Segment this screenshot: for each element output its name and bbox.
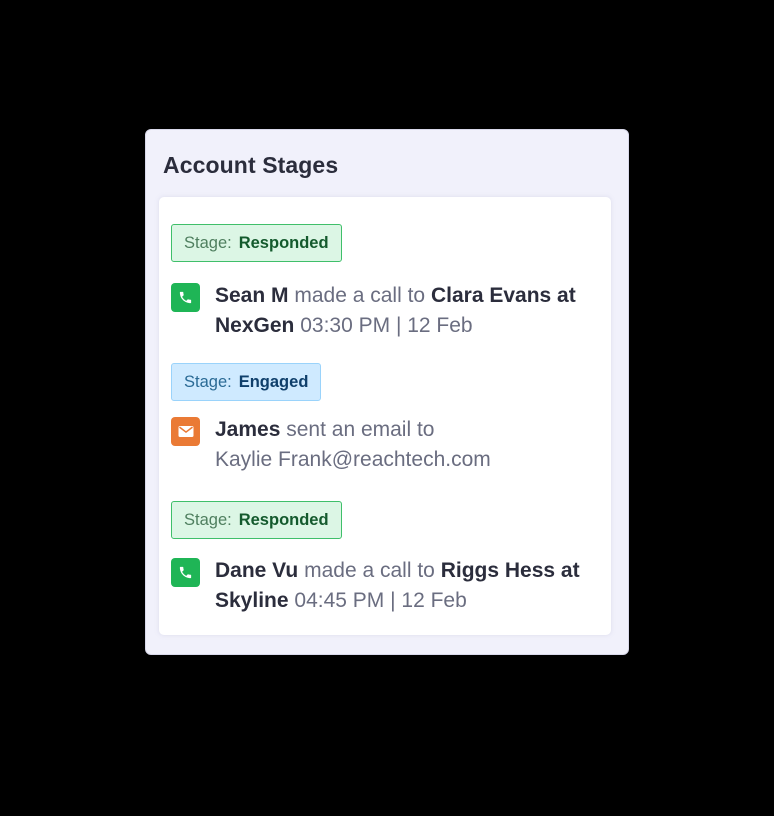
stage-value: Responded [238,233,329,252]
stage-badge: Stage: Responded [171,501,342,539]
activity-panel: Stage: Responded Sean M made a call to C… [159,197,611,635]
stage-badge: Stage: Responded [171,224,342,262]
activity-text: James sent an email to Kaylie Frank@reac… [215,415,610,475]
contact-email: Kaylie Frank@reachtech.com [215,448,491,471]
stage-badge: Stage: Engaged [171,363,322,401]
activity-item[interactable]: Dane Vu made a call to Riggs Hess at Sky… [171,556,610,616]
timestamp: 03:30 PM | 12 Feb [300,314,473,337]
activity-text: Sean M made a call to Clara Evans at Nex… [215,281,610,341]
stage-value: Responded [238,510,329,529]
action-text: sent an email to [286,418,435,441]
stage-value: Engaged [238,372,309,391]
phone-icon [171,283,200,312]
card-title: Account Stages [163,152,339,178]
action-text: made a call to [304,559,435,582]
activity-item[interactable]: James sent an email to Kaylie Frank@reac… [171,415,610,475]
stage-label: Stage: [184,233,232,252]
stage-label: Stage: [184,372,232,391]
actor-name: Dane Vu [215,559,299,582]
phone-icon [171,558,200,587]
mail-icon [171,417,200,446]
stage-label: Stage: [184,510,232,529]
activity-item[interactable]: Sean M made a call to Clara Evans at Nex… [171,281,610,341]
action-text: made a call to [294,284,426,307]
actor-name: James [215,418,281,441]
actor-name: Sean M [215,284,289,307]
account-stages-card: Account Stages Stage: Responded Sean M m… [145,129,629,655]
activity-text: Dane Vu made a call to Riggs Hess at Sky… [215,556,610,616]
timestamp: 04:45 PM | 12 Feb [294,589,467,612]
